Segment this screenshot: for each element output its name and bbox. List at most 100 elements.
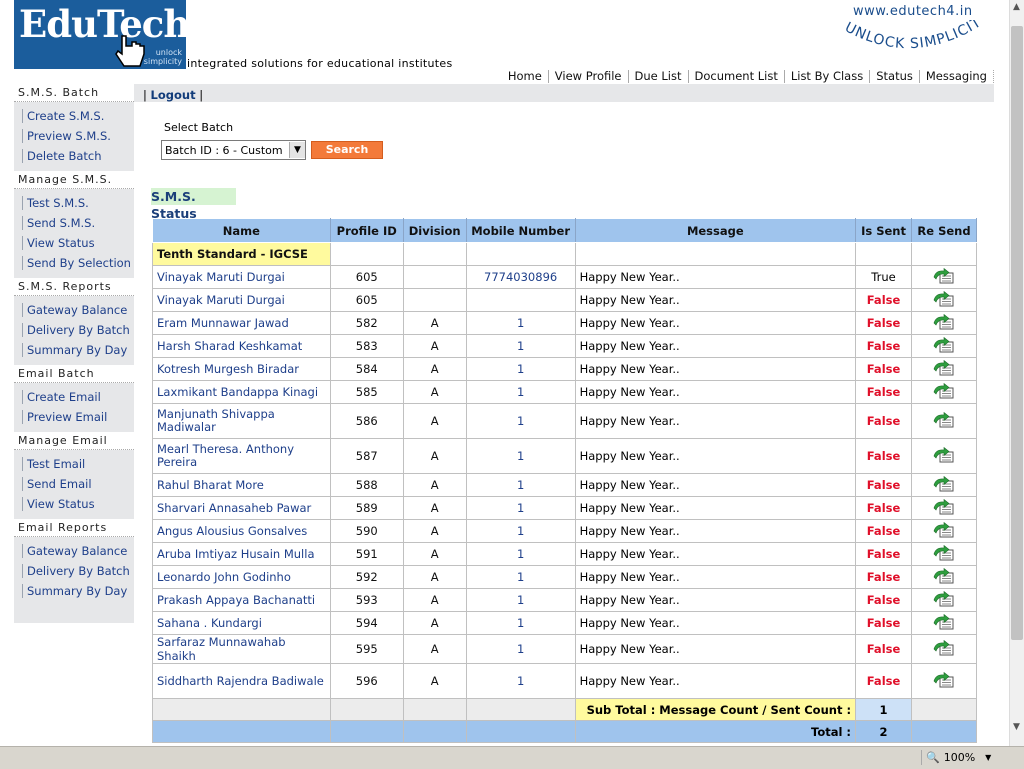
is-sent-cell: False: [855, 380, 912, 404]
student-name-link[interactable]: Angus Alousius Gonsalves: [152, 519, 331, 543]
student-name-link[interactable]: Vinayak Maruti Durgai: [152, 265, 331, 289]
empty-cell: [152, 720, 331, 743]
sidebar-item-create-s-m-s[interactable]: Create S.M.S.: [14, 106, 134, 126]
student-name-link[interactable]: Harsh Sharad Keshkamat: [152, 334, 331, 358]
sidebar-item-view-status[interactable]: View Status: [14, 233, 134, 253]
column-header-division[interactable]: Division: [402, 218, 467, 243]
message-cell: Happy New Year..: [574, 311, 857, 335]
student-name-link[interactable]: Kotresh Murgesh Biradar: [152, 357, 331, 381]
topnav-item-list-by-class[interactable]: List By Class: [785, 70, 871, 83]
profile-id-cell: 591: [329, 542, 404, 566]
resend-icon[interactable]: [933, 336, 955, 356]
resend-icon[interactable]: [933, 446, 955, 466]
student-name-link[interactable]: Rahul Bharat More: [152, 473, 331, 497]
sidebar-item-create-email[interactable]: Create Email: [14, 387, 134, 407]
resend-icon[interactable]: [933, 411, 955, 431]
sidebar-item-preview-s-m-s[interactable]: Preview S.M.S.: [14, 126, 134, 146]
student-name-link[interactable]: Aruba Imtiyaz Husain Mulla: [152, 542, 331, 566]
sidebar-item-send-by-selection[interactable]: Send By Selection: [14, 253, 134, 273]
column-header-message[interactable]: Message: [574, 218, 857, 243]
sidebar-item-view-status[interactable]: View Status: [14, 494, 134, 514]
resend-icon[interactable]: [933, 290, 955, 310]
profile-id-cell: 596: [329, 663, 404, 699]
scrollbar-thumb[interactable]: [1011, 26, 1023, 640]
unlock-simplicity-slogan: UNLOCK SIMPLICITY: [842, 20, 984, 52]
total-value: 2: [855, 720, 912, 743]
resend-icon[interactable]: [933, 475, 955, 495]
division-cell: A: [402, 565, 467, 589]
division-cell: A: [402, 611, 467, 635]
batch-select[interactable]: Batch ID : 6 - Custom ▼: [161, 140, 306, 160]
resend-icon[interactable]: [933, 498, 955, 518]
topnav-item-view-profile[interactable]: View Profile: [549, 70, 629, 83]
sidebar-item-send-s-m-s[interactable]: Send S.M.S.: [14, 213, 134, 233]
student-name-link[interactable]: Eram Munnawar Jawad: [152, 311, 331, 335]
empty-cell: [911, 698, 977, 721]
sidebar-item-gateway-balance[interactable]: Gateway Balance: [14, 541, 134, 561]
student-name-link[interactable]: Prakash Appaya Bachanatti: [152, 588, 331, 612]
resend-cell: [911, 473, 977, 497]
site-url[interactable]: www.edutech4.in: [853, 4, 973, 19]
profile-id-cell: 589: [329, 496, 404, 520]
resend-icon[interactable]: [933, 639, 955, 659]
student-name-link[interactable]: Leonardo John Godinho: [152, 565, 331, 589]
sidebar-item-delivery-by-batch[interactable]: Delivery By Batch: [14, 561, 134, 581]
sidebar-item-gateway-balance[interactable]: Gateway Balance: [14, 300, 134, 320]
resend-icon[interactable]: [933, 544, 955, 564]
resend-icon[interactable]: [933, 382, 955, 402]
resend-icon[interactable]: [933, 313, 955, 333]
chevron-down-icon[interactable]: ▼: [289, 142, 305, 158]
empty-cell: [465, 698, 576, 721]
subtotal-value: 1: [855, 698, 912, 721]
mobile-number-cell: 1: [465, 611, 576, 635]
student-name-link[interactable]: Manjunath Shivappa Madiwalar: [152, 403, 331, 439]
edutech4-logo[interactable]: EduTech4 unlock simplicity: [14, 0, 186, 70]
resend-icon[interactable]: [933, 521, 955, 541]
topnav-item-status[interactable]: Status: [870, 70, 920, 83]
sidebar-item-test-s-m-s[interactable]: Test S.M.S.: [14, 193, 134, 213]
sidebar-item-test-email[interactable]: Test Email: [14, 454, 134, 474]
student-name-link[interactable]: Mearl Theresa. Anthony Pereira: [152, 438, 331, 474]
sidebar-item-delete-batch[interactable]: Delete Batch: [14, 146, 134, 166]
column-header-re-send[interactable]: Re Send: [911, 218, 977, 243]
sidebar-item-preview-email[interactable]: Preview Email: [14, 407, 134, 427]
scroll-up-icon[interactable]: ▲: [1013, 2, 1020, 12]
resend-icon[interactable]: [933, 267, 955, 287]
profile-id-cell: 587: [329, 438, 404, 474]
student-name-link[interactable]: Sarfaraz Munnawahab Shaikh: [152, 634, 331, 664]
logout-link[interactable]: Logout: [151, 88, 196, 102]
message-cell: Happy New Year..: [574, 611, 857, 635]
column-header-mobile-number[interactable]: Mobile Number: [465, 218, 576, 243]
sidebar-item-summary-by-day[interactable]: Summary By Day: [14, 581, 134, 601]
student-name-link[interactable]: Siddharth Rajendra Badiwale: [152, 663, 331, 699]
topnav-item-document-list[interactable]: Document List: [689, 70, 785, 83]
division-cell: A: [402, 438, 467, 474]
search-button[interactable]: Search: [311, 141, 383, 159]
student-name-link[interactable]: Vinayak Maruti Durgai: [152, 288, 331, 312]
message-cell: Happy New Year..: [574, 542, 857, 566]
topnav-item-messaging[interactable]: Messaging: [920, 70, 994, 83]
resend-icon[interactable]: [933, 613, 955, 633]
scroll-down-icon[interactable]: ▼: [1013, 722, 1020, 732]
student-name-link[interactable]: Sahana . Kundargi: [152, 611, 331, 635]
message-cell: Happy New Year..: [574, 380, 857, 404]
resend-icon[interactable]: [933, 671, 955, 691]
column-header-name[interactable]: Name: [152, 218, 331, 243]
sidebar-item-delivery-by-batch[interactable]: Delivery By Batch: [14, 320, 134, 340]
topnav-item-due-list[interactable]: Due List: [629, 70, 689, 83]
topnav-item-home[interactable]: Home: [502, 70, 549, 83]
student-name-link[interactable]: Laxmikant Bandappa Kinagi: [152, 380, 331, 404]
sidebar-item-send-email[interactable]: Send Email: [14, 474, 134, 494]
resend-icon[interactable]: [933, 590, 955, 610]
division-cell: A: [402, 380, 467, 404]
resend-cell: [911, 634, 977, 664]
column-header-is-sent[interactable]: Is Sent: [855, 218, 912, 243]
zoom-control[interactable]: 🔍 100% ▼: [921, 750, 1008, 765]
column-header-profile-id[interactable]: Profile ID: [329, 218, 404, 243]
resend-cell: [911, 288, 977, 312]
vertical-scrollbar[interactable]: ▲ ▼: [1009, 0, 1024, 746]
student-name-link[interactable]: Sharvari Annasaheb Pawar: [152, 496, 331, 520]
resend-icon[interactable]: [933, 567, 955, 587]
resend-icon[interactable]: [933, 359, 955, 379]
sidebar-item-summary-by-day[interactable]: Summary By Day: [14, 340, 134, 360]
